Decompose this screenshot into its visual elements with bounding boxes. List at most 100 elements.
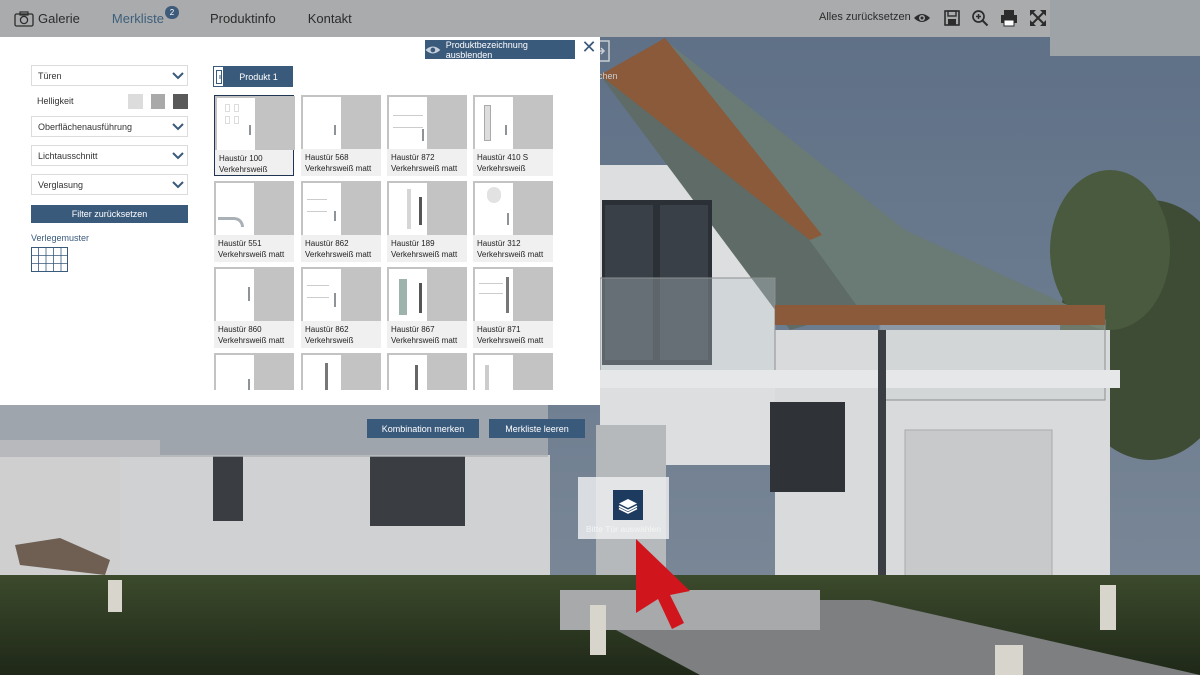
product-card[interactable]: Haustür 568 Verkehrsweiß matt bbox=[301, 95, 381, 176]
filter-verglasung-label: Verglasung bbox=[38, 179, 84, 190]
door-thumbnail bbox=[217, 98, 255, 150]
product-card[interactable]: Haustür 312 Verkehrsweiß matt bbox=[473, 181, 553, 262]
filter-oberflaeche-label: Oberflächenausführung bbox=[38, 121, 133, 132]
nav-kontakt[interactable]: Kontakt bbox=[308, 0, 352, 37]
camera-icon bbox=[14, 10, 34, 27]
save-icon[interactable] bbox=[943, 9, 961, 27]
brightness-swatch-light[interactable] bbox=[128, 93, 143, 109]
nav-produktinfo-label: Produktinfo bbox=[209, 11, 276, 26]
product-card[interactable]: Haustür 189 Verkehrsweiß matt bbox=[387, 181, 467, 262]
product-card[interactable] bbox=[387, 353, 467, 390]
tile-pattern-icon[interactable] bbox=[31, 247, 68, 272]
verlegemuster-link[interactable]: Verlegemuster bbox=[31, 233, 188, 243]
product-finish: Verkehrsweiß matt bbox=[218, 335, 285, 345]
door-icon bbox=[215, 69, 222, 84]
door-thumbnail bbox=[303, 97, 341, 149]
product-card[interactable]: Haustür 867 Verkehrsweiß matt bbox=[387, 267, 467, 348]
filter-tueren-dropdown[interactable]: Türen bbox=[31, 65, 188, 86]
product-name: Haustür 860 bbox=[218, 325, 262, 334]
nav-kontakt-label: Kontakt bbox=[307, 11, 352, 26]
brightness-swatch-medium[interactable] bbox=[150, 93, 166, 109]
nav-galerie[interactable]: Galerie bbox=[14, 0, 80, 37]
door-thumbnail bbox=[216, 269, 254, 321]
product-finish: Verkehrsweiß matt bbox=[391, 249, 458, 259]
product-card[interactable] bbox=[214, 353, 294, 390]
product-finish: Verkehrsweiß matt bbox=[218, 249, 285, 259]
brightness-swatch-dark[interactable] bbox=[173, 93, 188, 109]
product-card[interactable]: Haustür 551 Verkehrsweiß matt bbox=[214, 181, 294, 262]
print-icon[interactable] bbox=[1000, 9, 1018, 27]
product-finish: Verkehrsweiß matt bbox=[305, 249, 372, 259]
product-card[interactable]: Haustür 100 Verkehrsweiß bbox=[214, 95, 295, 176]
merkliste-count-badge: 2 bbox=[164, 6, 179, 19]
product-card[interactable]: Haustür 871 Verkehrsweiß matt bbox=[473, 267, 553, 348]
door-select-label: Bitte Tür auswählen bbox=[586, 524, 661, 534]
nav-merkliste[interactable]: Merkliste 2 bbox=[111, 0, 179, 37]
product-card[interactable] bbox=[301, 353, 381, 390]
close-icon[interactable]: ✕ bbox=[581, 38, 597, 56]
door-thumbnail bbox=[216, 355, 254, 390]
product-card[interactable]: Haustür 862 Verkehrsweiß matt bbox=[301, 181, 381, 262]
layers-icon[interactable] bbox=[613, 490, 643, 520]
zoom-in-icon[interactable] bbox=[971, 9, 989, 27]
nav-produktinfo[interactable]: Produktinfo bbox=[210, 0, 276, 37]
product-card[interactable]: Haustür 860 Verkehrsweiß matt bbox=[214, 267, 294, 348]
topbar-right-panel bbox=[1050, 0, 1200, 56]
product-card[interactable]: Haustür 872 Verkehrsweiß matt bbox=[387, 95, 467, 176]
product-name: Haustür 862 bbox=[305, 239, 349, 248]
nav-merkliste-label: Merkliste bbox=[111, 11, 164, 26]
door-thumbnail bbox=[475, 269, 513, 321]
product-name: Haustür 871 bbox=[477, 325, 521, 334]
filter-oberflaeche-dropdown[interactable]: Oberflächenausführung bbox=[31, 116, 188, 137]
chevron-down-icon bbox=[172, 180, 184, 188]
kombination-merken-button[interactable]: Kombination merken bbox=[367, 419, 479, 438]
product-name: Haustür 862 bbox=[305, 325, 349, 334]
product-finish: Verkehrsweiß matt bbox=[391, 163, 458, 173]
eye-icon bbox=[425, 46, 441, 53]
chevron-down-icon bbox=[172, 122, 184, 130]
filter-reset-button[interactable]: Filter zurücksetzen bbox=[31, 205, 188, 223]
merkliste-leeren-button[interactable]: Merkliste leeren bbox=[489, 419, 585, 438]
product-grid: Haustür 100 Verkehrsweiß Haustür 568 Verke… bbox=[214, 95, 559, 390]
product-card[interactable]: Haustür 410 S Verkehrsweiß bbox=[473, 95, 553, 176]
hide-product-name-button[interactable]: Produktbezeichnung ausblenden bbox=[425, 39, 575, 60]
product-name: Haustür 568 bbox=[305, 153, 349, 162]
layers-glyph bbox=[618, 499, 638, 514]
brightness-label: Helligkeit bbox=[37, 96, 74, 106]
door-thumbnail bbox=[475, 355, 513, 390]
product-panel: Produktbezeichnung ausblenden ✕ Türen He… bbox=[0, 37, 600, 405]
eye-icon[interactable] bbox=[913, 9, 931, 27]
filter-verglasung-dropdown[interactable]: Verglasung bbox=[31, 174, 188, 195]
product-name: Haustür 867 bbox=[391, 325, 435, 334]
door-thumbnail bbox=[389, 183, 427, 235]
fullscreen-icon[interactable] bbox=[1029, 9, 1047, 27]
product-name: Haustür 410 S bbox=[477, 153, 529, 162]
tab-produkt-1[interactable]: Produkt 1 bbox=[224, 66, 293, 87]
product-name: Haustür 312 bbox=[477, 239, 521, 248]
reset-all-link[interactable]: Alles zurücksetzen bbox=[819, 11, 911, 23]
door-thumbnail-tab[interactable] bbox=[213, 66, 224, 87]
product-card[interactable] bbox=[473, 353, 553, 390]
product-name: Haustür 100 bbox=[219, 154, 263, 163]
top-navigation-bar: Galerie Merkliste 2 Produktinfo Kontakt … bbox=[0, 0, 1050, 37]
door-select-hotspot[interactable]: Bitte Tür auswählen bbox=[578, 477, 669, 539]
product-finish: Verkehrsweiß matt bbox=[305, 163, 372, 173]
product-finish: Verkehrsweiß matt bbox=[477, 335, 544, 345]
door-thumbnail bbox=[389, 269, 427, 321]
filter-tueren-label: Türen bbox=[38, 70, 62, 81]
product-finish: Verkehrsweiß bbox=[477, 163, 526, 173]
door-thumbnail bbox=[389, 355, 427, 390]
chevron-down-icon bbox=[172, 151, 184, 159]
nav-galerie-label: Galerie bbox=[38, 11, 80, 26]
product-finish: Verkehrsweiß matt bbox=[391, 335, 458, 345]
chevron-down-icon bbox=[172, 71, 184, 79]
pointer-arrow-icon bbox=[636, 539, 690, 629]
door-thumbnail bbox=[389, 97, 427, 149]
door-thumbnail bbox=[475, 97, 513, 149]
product-name: Haustür 872 bbox=[391, 153, 435, 162]
product-tabs: Produkt 1 bbox=[213, 66, 293, 87]
product-finish: Verkehrsweiß matt bbox=[477, 249, 544, 259]
filter-lichtausschnitt-dropdown[interactable]: Lichtausschnitt bbox=[31, 145, 188, 166]
hide-product-name-label: Produktbezeichnung ausblenden bbox=[445, 39, 528, 60]
product-card[interactable]: Haustür 862 Verkehrsweiß bbox=[301, 267, 381, 348]
